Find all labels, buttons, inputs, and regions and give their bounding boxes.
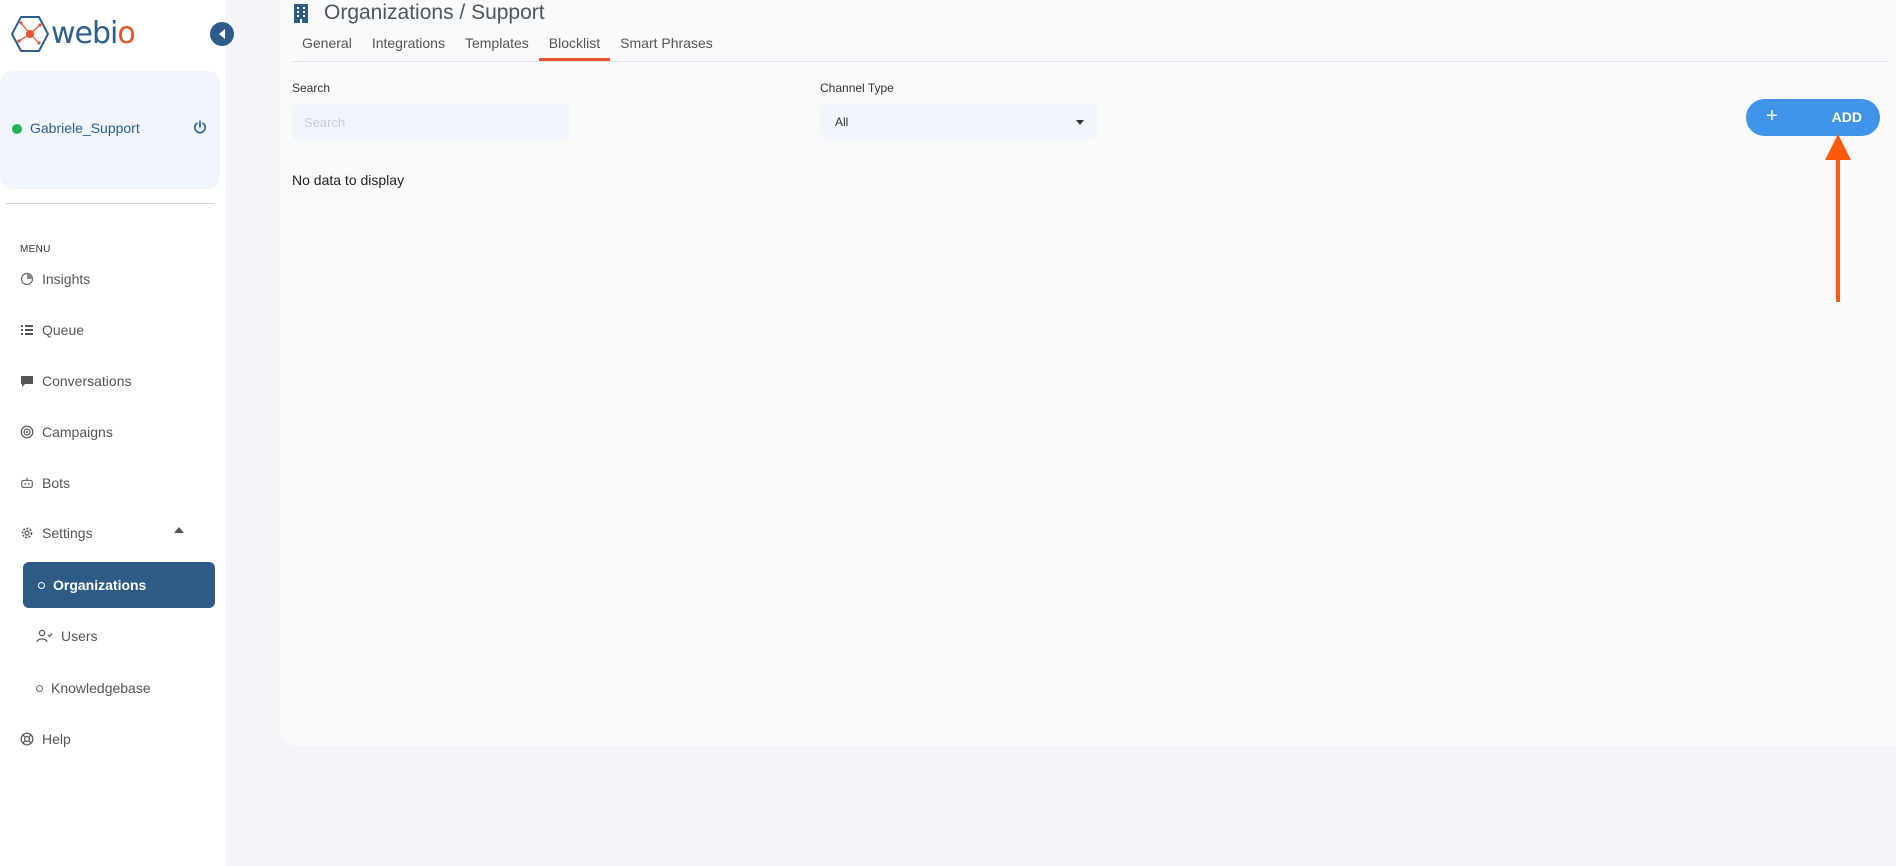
add-button[interactable]: + ADD (1746, 99, 1880, 136)
sidebar-item-bots[interactable]: Bots (20, 470, 70, 496)
sidebar-item-users[interactable]: Users (36, 624, 98, 648)
chat-icon (20, 374, 34, 388)
tab-general[interactable]: General (292, 33, 362, 61)
tab-smart-phrases[interactable]: Smart Phrases (610, 33, 723, 61)
sidebar: webio Gabriele_Support MENU Insights Que… (0, 0, 234, 866)
collapse-sidebar-button[interactable] (210, 22, 234, 46)
sidebar-item-label: Conversations (42, 373, 132, 389)
robot-icon (20, 476, 34, 490)
insights-icon (20, 272, 34, 286)
annotation-arrow-icon (1825, 134, 1851, 302)
online-status-dot (12, 124, 22, 134)
caret-down-icon (1076, 120, 1084, 125)
sidebar-item-insights[interactable]: Insights (20, 266, 90, 292)
search-label: Search (292, 81, 331, 95)
sidebar-item-settings[interactable]: Settings (20, 520, 93, 546)
building-icon (294, 4, 308, 23)
chevron-left-icon (219, 29, 225, 39)
sidebar-item-conversations[interactable]: Conversations (20, 368, 132, 394)
logo[interactable]: webio (10, 14, 136, 54)
sidebar-item-label: Campaigns (42, 424, 113, 440)
search-input[interactable] (292, 104, 570, 140)
sidebar-item-label: Organizations (53, 577, 147, 593)
logo-hex-icon (10, 16, 50, 52)
users-icon (36, 629, 53, 643)
target-icon (20, 425, 34, 439)
sidebar-item-help[interactable]: Help (20, 726, 71, 752)
sidebar-item-organizations[interactable]: Organizations (23, 562, 215, 608)
circle-bullet-icon (36, 684, 43, 692)
channel-type-label: Channel Type (820, 81, 894, 95)
chevron-up-icon[interactable] (174, 527, 184, 533)
page-header: Organizations / Support (292, 0, 545, 26)
sidebar-item-label: Help (42, 731, 71, 747)
sidebar-item-label: Bots (42, 475, 71, 491)
sidebar-item-queue[interactable]: Queue (20, 317, 84, 343)
gear-icon (20, 526, 34, 540)
empty-state-text: No data to display (292, 172, 405, 188)
sidebar-divider (6, 203, 214, 204)
tab-blocklist[interactable]: Blocklist (538, 33, 611, 61)
channel-type-select[interactable]: All (820, 104, 1098, 139)
tab-integrations[interactable]: Integrations (362, 33, 455, 61)
sidebar-item-label: Users (61, 628, 98, 644)
sidebar-item-label: Queue (42, 322, 85, 338)
user-name[interactable]: Gabriele_Support (30, 120, 140, 136)
plus-icon: + (1766, 105, 1778, 127)
channel-type-value: All (835, 114, 849, 129)
power-icon[interactable] (192, 119, 208, 135)
add-button-label: ADD (1831, 109, 1862, 125)
circle-bullet-icon (38, 581, 45, 589)
sidebar-item-knowledgebase[interactable]: Knowledgebase (36, 676, 151, 700)
tab-templates[interactable]: Templates (455, 33, 539, 61)
page-title: Organizations / Support (324, 1, 545, 24)
tabs-divider (292, 61, 1888, 62)
menu-heading: MENU (20, 244, 51, 255)
sidebar-item-campaigns[interactable]: Campaigns (20, 419, 113, 445)
sidebar-item-label: Settings (42, 525, 93, 541)
sidebar-item-label: Insights (42, 271, 91, 287)
sidebar-item-label: Knowledgebase (51, 680, 151, 696)
user-card: Gabriele_Support (0, 71, 220, 189)
tab-bar: General Integrations Templates Blocklist… (292, 33, 723, 61)
logo-text: webio (51, 16, 136, 51)
lifebuoy-icon (20, 732, 34, 746)
queue-icon (20, 323, 34, 337)
